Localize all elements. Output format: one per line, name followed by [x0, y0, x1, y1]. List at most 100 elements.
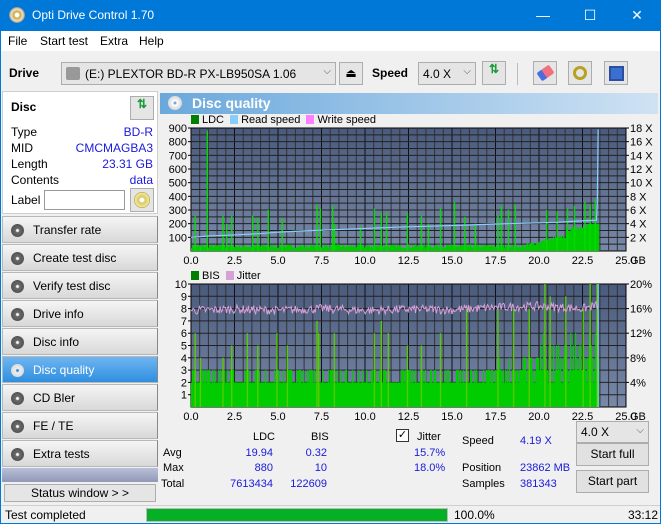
status-text: Test completed: [5, 508, 86, 522]
data-bar: [474, 223, 477, 251]
nav-label: FE / TE: [33, 419, 74, 433]
save-button[interactable]: [604, 61, 628, 85]
nav-disc-quality[interactable]: Disc quality: [2, 356, 158, 383]
nav-transfer-rate[interactable]: Transfer rate: [2, 216, 158, 243]
maximize-button[interactable]: ☐: [567, 0, 613, 31]
test-speed-select[interactable]: 4.0 X ⌵: [576, 421, 649, 443]
y-right-tick-label: 4%: [630, 377, 646, 389]
disc-row-type: Type BD-R: [11, 125, 153, 141]
y-right-tick-label: 8%: [630, 353, 646, 365]
stats-max-label: Max: [163, 462, 184, 474]
y-left-tick-label: 5: [181, 341, 187, 353]
refresh-button[interactable]: ⇅: [482, 61, 506, 85]
start-full-button[interactable]: Start full: [576, 443, 649, 466]
x-tick-label: 20.0: [528, 411, 549, 423]
position-value: 23862 MB: [520, 462, 571, 474]
disc-header: Disc: [11, 100, 37, 114]
menu-help[interactable]: Help: [139, 34, 164, 48]
erase-button[interactable]: [533, 61, 557, 85]
nav-extra-tests[interactable]: Extra tests: [2, 440, 158, 467]
x-tick-label: 12.5: [398, 255, 419, 267]
stats-avg-bis: 0.32: [305, 447, 327, 459]
data-bar: [276, 333, 278, 407]
data-bar: [544, 284, 546, 407]
nav-disc-info[interactable]: Disc info: [2, 328, 158, 355]
status-window-button[interactable]: Status window > >: [4, 484, 156, 502]
data-bar: [584, 201, 586, 251]
floppy-disk-icon: [609, 66, 624, 81]
stats-panel: LDC BIS Avg 19.94 0.32 Max 880 10 Total …: [158, 421, 660, 501]
data-bar: [556, 211, 558, 251]
disc-label-button[interactable]: [130, 188, 154, 212]
disc-info-panel: Disc ⇅ Type BD-R MID CMCMAGBA3 Length 23.31…: [2, 91, 158, 214]
settings-button[interactable]: [568, 61, 592, 85]
data-bar: [206, 130, 209, 251]
data-bar: [359, 226, 362, 251]
x-tick-label: 5.0: [270, 255, 285, 267]
menu-file[interactable]: File: [8, 34, 27, 48]
y-right-tick-label: 16%: [630, 304, 652, 316]
nav-cd-bler[interactable]: CD Bler: [2, 384, 158, 411]
nav-drive-info[interactable]: Drive info: [2, 300, 158, 327]
stats-max-bis: 10: [314, 462, 327, 474]
disc-label-input[interactable]: [44, 190, 125, 210]
x-tick-label: 0.0: [183, 411, 198, 423]
data-bar: [222, 215, 224, 251]
nav-fe-te[interactable]: FE / TE: [2, 412, 158, 439]
speed-select[interactable]: 4.0 X ⌵: [418, 62, 476, 85]
create-disc-icon: [11, 252, 24, 265]
data-bar: [582, 308, 584, 407]
x-tick-label: 12.5: [398, 411, 419, 423]
nav-label: Transfer rate: [33, 223, 102, 237]
toolbar-divider: [517, 63, 518, 85]
data-bar: [380, 320, 383, 407]
chevron-down-icon: ⌵: [463, 66, 471, 77]
speed-label: Speed: [372, 66, 409, 80]
y-right-tick-label: 6 X: [630, 205, 647, 217]
nav-label: Extra tests: [33, 447, 90, 461]
y-right-tick-label: 14 X: [630, 150, 653, 162]
x-tick-label: 2.5: [227, 411, 242, 423]
stats-col-bis: BIS: [311, 431, 329, 443]
y-right-tick-label: 8 X: [630, 191, 647, 203]
y-left-tick-label: 200: [169, 219, 187, 231]
data-bar: [251, 215, 254, 251]
jitter-checkbox[interactable]: ✓: [396, 429, 409, 442]
data-bar: [387, 333, 390, 407]
eraser-icon: [536, 64, 555, 82]
data-bar: [565, 296, 567, 407]
y-right-tick-label: 18 X: [630, 123, 653, 135]
minimize-button[interactable]: —: [520, 0, 566, 31]
eject-button[interactable]: ⏏: [339, 62, 363, 85]
verify-disc-icon: [11, 280, 24, 293]
stats-avg-label: Avg: [163, 447, 182, 459]
data-bar: [231, 345, 233, 407]
disc-key: Type: [11, 125, 38, 139]
data-bar: [497, 215, 499, 251]
position-label: Position: [462, 462, 502, 474]
close-button[interactable]: ✕: [614, 0, 660, 31]
y-left-tick-label: 3: [181, 365, 187, 377]
y-left-tick-label: 400: [169, 191, 187, 203]
drive-info-icon: [11, 308, 24, 321]
nav-create-test-disc[interactable]: Create test disc: [2, 244, 158, 271]
data-bar: [199, 246, 202, 251]
nav-verify-test-disc[interactable]: Verify test disc: [2, 272, 158, 299]
drive-select[interactable]: (E:) PLEXTOR BD-R PX-LB950SA 1.06 ⌵: [61, 62, 336, 85]
y-left-tick-label: 6: [181, 328, 187, 340]
disc-refresh-button[interactable]: ⇅: [130, 96, 154, 120]
data-bar: [594, 199, 597, 251]
data-bar: [194, 215, 196, 251]
data-bar: [246, 333, 249, 407]
data-bar: [573, 205, 576, 251]
start-part-button[interactable]: Start part: [576, 470, 649, 493]
data-bar: [497, 308, 499, 407]
y-right-tick-label: 12%: [630, 328, 652, 340]
data-bar: [545, 210, 548, 251]
x-axis-unit: GB: [630, 255, 646, 267]
y-right-tick-label: 10 X: [630, 178, 653, 190]
y-left-tick-label: 9: [181, 291, 187, 303]
menu-start-test[interactable]: Start test: [40, 34, 88, 48]
y-left-tick-label: 700: [169, 150, 187, 162]
menu-extra[interactable]: Extra: [100, 34, 128, 48]
